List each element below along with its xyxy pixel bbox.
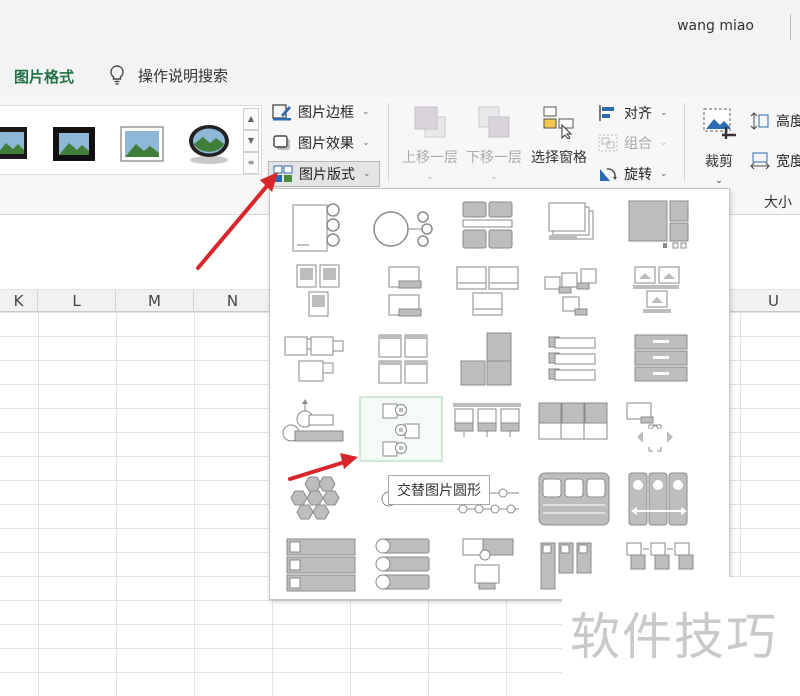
username[interactable]: wang miao [677,18,754,34]
crop-label: 裁剪 [705,154,733,170]
gallery-more[interactable]: ≡ [243,152,259,174]
height-icon [750,112,769,130]
chevron-down-icon: ⌄ [660,108,668,118]
layout-option[interactable] [361,193,445,259]
selection-pane-button[interactable]: 选择窗格 [528,105,590,167]
selection-pane-label: 选择窗格 [531,150,587,166]
send-backward-icon [478,106,510,138]
picture-style-thumbnail[interactable] [0,126,28,160]
layout-option[interactable] [445,535,529,599]
width-field[interactable]: 宽度 [750,151,800,171]
align-label: 对齐 [624,106,652,122]
layout-option[interactable] [613,469,697,535]
height-label: 高度 [776,114,800,130]
layout-option[interactable] [277,469,361,535]
picture-layout-button[interactable]: 图片版式 ⌄ [268,161,380,187]
width-icon [750,152,770,170]
bring-forward-label: 上移一层 [402,150,458,166]
chevron-down-icon: ⌄ [362,138,370,148]
bring-forward-button[interactable]: 上移一层 ⌄ [400,105,460,183]
layout-option[interactable] [529,327,613,393]
group-icon [598,134,618,152]
crop-button[interactable]: 裁剪 ⌄ [694,105,744,187]
layout-option[interactable] [613,193,697,259]
layout-option[interactable] [613,259,697,325]
chevron-down-icon: ⌄ [715,176,723,186]
picture-layout-gallery [269,188,730,600]
picture-border-button[interactable]: 图片边框 ⌄ [272,102,370,122]
layout-option[interactable] [445,193,529,259]
chevron-down-icon: ⌄ [660,169,668,179]
layout-option[interactable] [529,193,613,259]
lightbulb-icon [110,65,124,85]
picture-border-icon [272,104,291,121]
align-icon [599,105,614,121]
picture-style-thumbnail[interactable] [120,126,164,162]
rotate-label: 旋转 [624,167,652,183]
selection-pane-icon [543,106,574,140]
layout-option-alternating-picture-circles[interactable] [359,396,443,462]
layout-option[interactable] [529,469,613,535]
gallery-scroll-down[interactable]: ▼ [243,130,259,152]
layout-option[interactable] [277,193,361,259]
tab-picture-format[interactable]: 图片格式 [14,66,74,87]
picture-effects-label: 图片效果 [298,136,354,152]
chevron-down-icon: ⌄ [363,169,371,179]
picture-layout-label: 图片版式 [299,167,355,183]
layout-option[interactable] [277,395,361,461]
picture-style-thumbnail[interactable] [186,122,232,166]
chevron-down-icon: ⌄ [490,172,498,182]
layout-option[interactable] [445,259,529,325]
picture-style-thumbnail[interactable] [52,126,96,162]
gallery-scroll-up[interactable]: ▲ [243,108,259,130]
layout-option[interactable] [613,395,697,461]
layout-option[interactable] [361,327,445,393]
height-field[interactable]: 高度 [750,111,800,131]
layout-option[interactable] [361,535,445,599]
ribbon-separator [388,103,389,181]
watermark: 软件技巧 [562,577,800,696]
avatar[interactable] [790,14,800,40]
layout-option[interactable] [277,327,361,393]
group-label: 组合 [624,136,652,152]
chevron-down-icon: ⌄ [426,172,434,182]
layout-tooltip: 交替图片圆形 [388,475,490,505]
rotate-button[interactable]: 旋转 ⌄ [598,164,668,184]
send-backward-button[interactable]: 下移一层 ⌄ [464,105,524,183]
column-header[interactable]: K [0,290,38,312]
tell-me-label: 操作说明搜索 [138,66,229,85]
layout-option[interactable] [529,259,613,325]
column-header[interactable]: U [735,290,800,312]
picture-effects-icon [273,135,290,150]
send-backward-label: 下移一层 [466,150,522,166]
picture-layout-icon [273,165,293,182]
ribbon-separator [684,103,685,181]
chevron-down-icon: ⌄ [362,107,370,117]
column-header[interactable]: M [116,290,194,312]
layout-option[interactable] [277,259,361,325]
layout-option[interactable] [445,327,529,393]
align-button[interactable]: 对齐 ⌄ [598,103,668,123]
layout-option[interactable] [445,395,529,461]
chevron-down-icon: ⌄ [660,138,668,148]
width-label: 宽度 [776,154,800,170]
layout-option[interactable] [361,259,445,325]
picture-border-label: 图片边框 [298,105,354,121]
group-button[interactable]: 组合 ⌄ [598,133,668,153]
rotate-icon [600,168,617,181]
title-bar: wang miao 图片格式 操作说明搜索 [0,0,800,97]
crop-icon [703,108,736,139]
tell-me-search[interactable]: 操作说明搜索 [108,64,228,86]
layout-option[interactable] [277,535,361,599]
picture-styles-gallery: ▲ ▼ ≡ [0,105,262,175]
picture-effects-button[interactable]: 图片效果 ⌄ [272,133,370,153]
layout-option[interactable] [529,395,613,461]
watermark-text: 软件技巧 [570,608,778,666]
column-header[interactable]: N [194,290,272,312]
column-header[interactable]: L [38,290,116,312]
size-group-label: 大小 [764,195,792,211]
bring-forward-icon [414,106,446,138]
layout-option[interactable] [613,327,697,393]
